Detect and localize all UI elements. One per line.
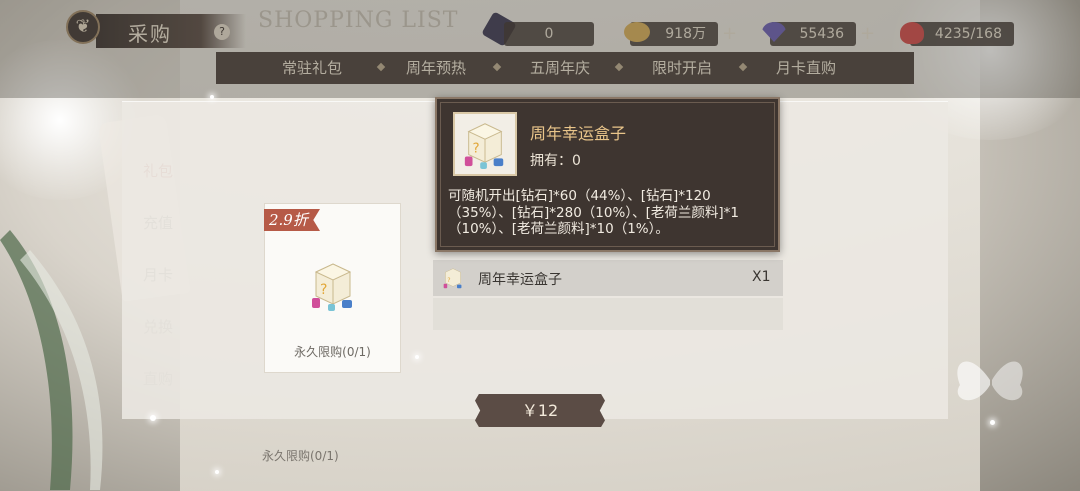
leaf-decoration — [0, 230, 103, 490]
sparkle — [150, 415, 156, 421]
sparkle — [210, 95, 214, 99]
lucky-box-icon: ? — [464, 123, 504, 169]
svg-text:?: ? — [473, 142, 480, 157]
lucky-box-icon: ? — [443, 268, 462, 289]
dim-overlay-top — [0, 0, 1080, 98]
reward-name: 周年幸运盒子 — [478, 272, 562, 288]
sparkle — [215, 470, 219, 474]
tooltip-owned-count: 拥有：0 — [530, 153, 581, 169]
sparkle — [415, 355, 419, 359]
game-screen: ❦ 采购 ? SHOPPING LIST 0 918万 + 55436 + 42… — [0, 0, 1080, 491]
tooltip-item-name: 周年幸运盒子 — [530, 124, 627, 143]
reward-quantity: X1 — [752, 269, 771, 285]
reward-row-empty — [433, 298, 783, 330]
sparkle — [990, 420, 995, 425]
svg-text:?: ? — [447, 277, 450, 284]
lucky-box-icon: ? — [312, 263, 352, 311]
tooltip-description: 可随机开出[钻石]*60（44%）、[钻石]*120（35%）、[钻石]*280… — [448, 188, 739, 237]
svg-text:?: ? — [320, 282, 327, 298]
background-purchase-limit: 永久限购(0/1) — [262, 449, 339, 463]
discount-badge: 2.9折 — [264, 209, 320, 231]
butterfly-decoration — [957, 361, 1023, 401]
purchase-limit: 永久限购(0/1) — [294, 345, 371, 359]
buy-button[interactable]: ￥12 — [475, 394, 605, 427]
